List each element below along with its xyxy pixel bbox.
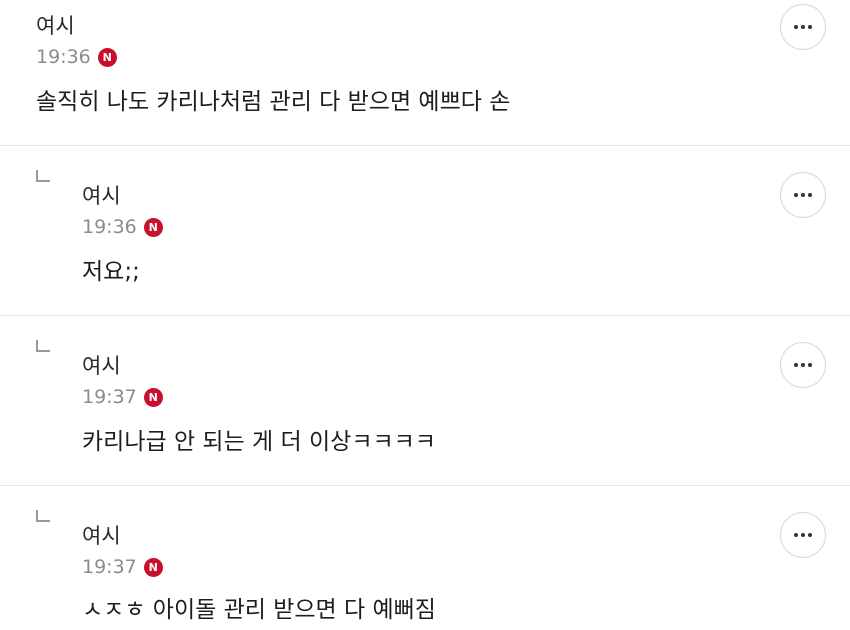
more-horizontal-icon [794,193,812,197]
comment-author: 여시 [82,354,121,378]
comment-time: 19:36 [36,46,91,68]
comment-author: 여시 [82,524,121,548]
comment-text: ㅅㅈㅎ 아이돌 관리 받으면 다 예뻐짐 [82,597,436,623]
new-badge-icon: N [143,217,163,237]
comment-time: 19:37 [82,386,137,408]
comment-text: 카리나급 안 되는 게 더 이상ㅋㅋㅋㅋ [82,429,436,455]
reply-item: 여시 19:36 N 저요;; [0,146,850,315]
more-options-button[interactable] [780,4,826,50]
more-options-button[interactable] [780,172,826,218]
comment-meta: 19:37 N [82,385,163,409]
comment-author: 여시 [36,14,75,38]
comment-item: 여시 19:36 N 솔직히 나도 카리나처럼 관리 다 받으면 예쁘다 손 [0,0,850,145]
comment-text: 저요;; [82,259,140,285]
more-horizontal-icon [794,25,812,29]
reply-arrow-icon [36,510,50,522]
reply-arrow-icon [36,340,50,352]
comment-time: 19:37 [82,556,137,578]
comment-meta: 19:36 N [82,215,163,239]
comment-meta: 19:37 N [82,555,163,579]
reply-item: 여시 19:37 N ㅅㅈㅎ 아이돌 관리 받으면 다 예뻐짐 [0,486,850,630]
reply-arrow-icon [36,170,50,182]
new-badge-icon: N [97,47,117,67]
more-options-button[interactable] [780,512,826,558]
more-horizontal-icon [794,363,812,367]
new-badge-icon: N [143,557,163,577]
new-badge-icon: N [143,387,163,407]
more-options-button[interactable] [780,342,826,388]
comment-author: 여시 [82,184,121,208]
reply-item: 여시 19:37 N 카리나급 안 되는 게 더 이상ㅋㅋㅋㅋ [0,316,850,485]
more-horizontal-icon [794,533,812,537]
comment-time: 19:36 [82,216,137,238]
comment-meta: 19:36 N [36,45,117,69]
comment-text: 솔직히 나도 카리나처럼 관리 다 받으면 예쁘다 손 [36,89,511,115]
